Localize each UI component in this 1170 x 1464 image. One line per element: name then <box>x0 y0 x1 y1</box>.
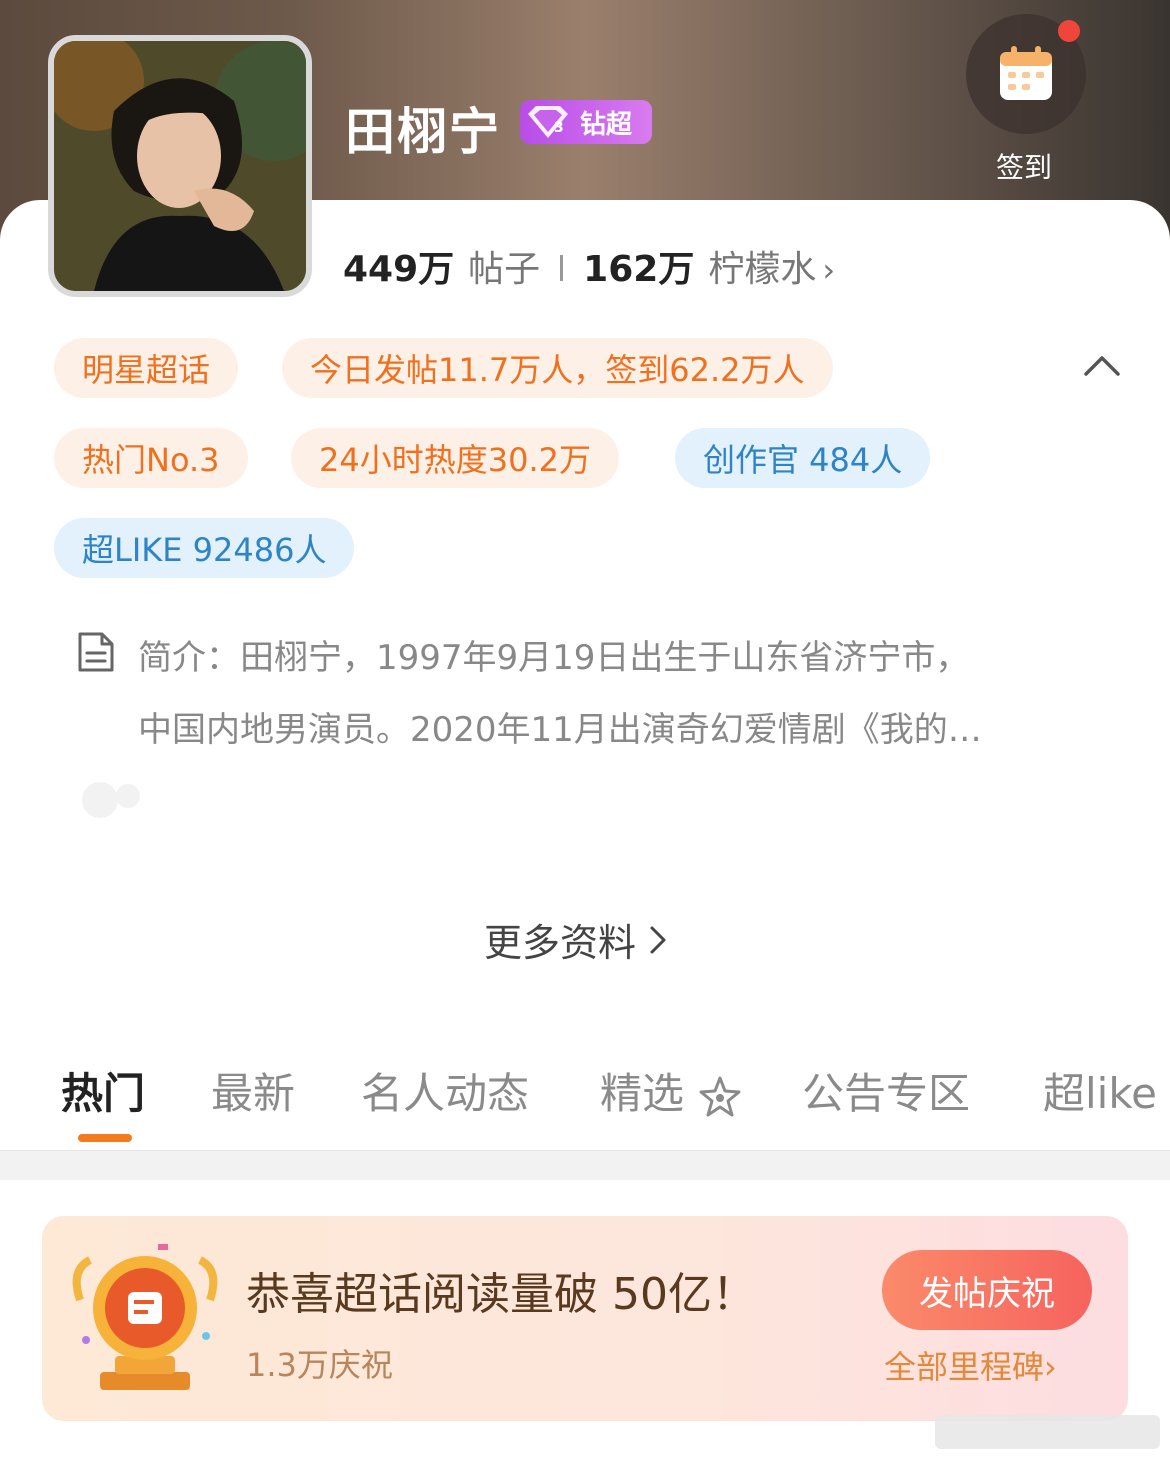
tag-24h-heat[interactable]: 24小时热度30.2万 <box>291 428 619 488</box>
trophy-icon <box>72 1244 218 1390</box>
post-celebrate-button[interactable]: 发帖庆祝 <box>882 1250 1092 1330</box>
fans-label: 柠檬水 <box>708 249 817 290</box>
svg-text:3: 3 <box>554 120 564 136</box>
notification-dot <box>1058 20 1080 42</box>
milestone-celebrations: 1.3万庆祝 <box>246 1346 393 1384</box>
tab-bar: 热门 最新 名人动态 精选 公告专区 超like <box>0 1060 1170 1120</box>
tag-super-like[interactable]: 超LIKE 92486人 <box>54 518 355 578</box>
stats-row[interactable]: 449万 帖子 162万 柠檬水 › <box>343 240 835 292</box>
tag-creators[interactable]: 创作官 484人 <box>675 428 931 488</box>
badge-label: 钻超 <box>580 109 633 140</box>
tag-hot-rank[interactable]: 热门No.3 <box>54 428 248 488</box>
active-tab-indicator <box>78 1134 132 1142</box>
tag-star-supertopic[interactable]: 明星超话 <box>54 338 239 398</box>
posts-count: 449万 <box>343 249 455 290</box>
watermark-bar <box>935 1415 1160 1449</box>
more-info-label: 更多资料 <box>484 921 637 965</box>
diamond-icon: 3 <box>528 106 568 138</box>
tab-featured[interactable]: 精选 <box>600 1060 743 1121</box>
fans-count: 162万 <box>583 249 695 290</box>
diamond-super-badge[interactable]: 3 钻超 <box>520 100 652 144</box>
tab-featured-label: 精选 <box>600 1069 685 1118</box>
tab-announcements[interactable]: 公告专区 <box>802 1060 970 1121</box>
milestone-title: 恭喜超话阅读量破 50亿！ <box>246 1269 756 1320</box>
tab-hot[interactable]: 热门 <box>61 1060 145 1121</box>
checkin-label[interactable]: 签到 <box>996 146 1052 186</box>
avatar[interactable] <box>48 35 312 297</box>
tab-celebrity-updates[interactable]: 名人动态 <box>361 1060 529 1121</box>
watermark-icon <box>82 782 140 818</box>
section-divider <box>0 1150 1170 1180</box>
avatar-image <box>54 41 306 291</box>
calendar-icon <box>1000 46 1052 100</box>
posts-label: 帖子 <box>468 249 541 290</box>
intro-line-2[interactable]: 中国内地男演员。2020年11月出演奇幻爱情剧《我的… <box>138 702 982 751</box>
more-info-link[interactable]: 更多资料 <box>484 912 670 967</box>
all-milestones-link[interactable]: 全部里程碑› <box>884 1342 1057 1388</box>
checkin-button[interactable] <box>966 14 1086 134</box>
star-sparkle-icon <box>699 1076 741 1116</box>
tab-super-like[interactable]: 超like <box>1043 1060 1157 1121</box>
chevron-up-icon[interactable] <box>1082 350 1122 380</box>
tag-daily-activity[interactable]: 今日发帖11.7万人，签到62.2万人 <box>282 338 833 398</box>
tab-latest[interactable]: 最新 <box>211 1060 295 1121</box>
document-icon <box>78 632 114 672</box>
chevron-right-icon: › <box>822 251 836 289</box>
chevron-right-icon <box>650 926 666 953</box>
intro-line-1[interactable]: 简介：田栩宁，1997年9月19日出生于山东省济宁市， <box>138 630 969 679</box>
profile-name: 田栩宁 <box>345 103 501 161</box>
stats-separator <box>560 255 564 281</box>
